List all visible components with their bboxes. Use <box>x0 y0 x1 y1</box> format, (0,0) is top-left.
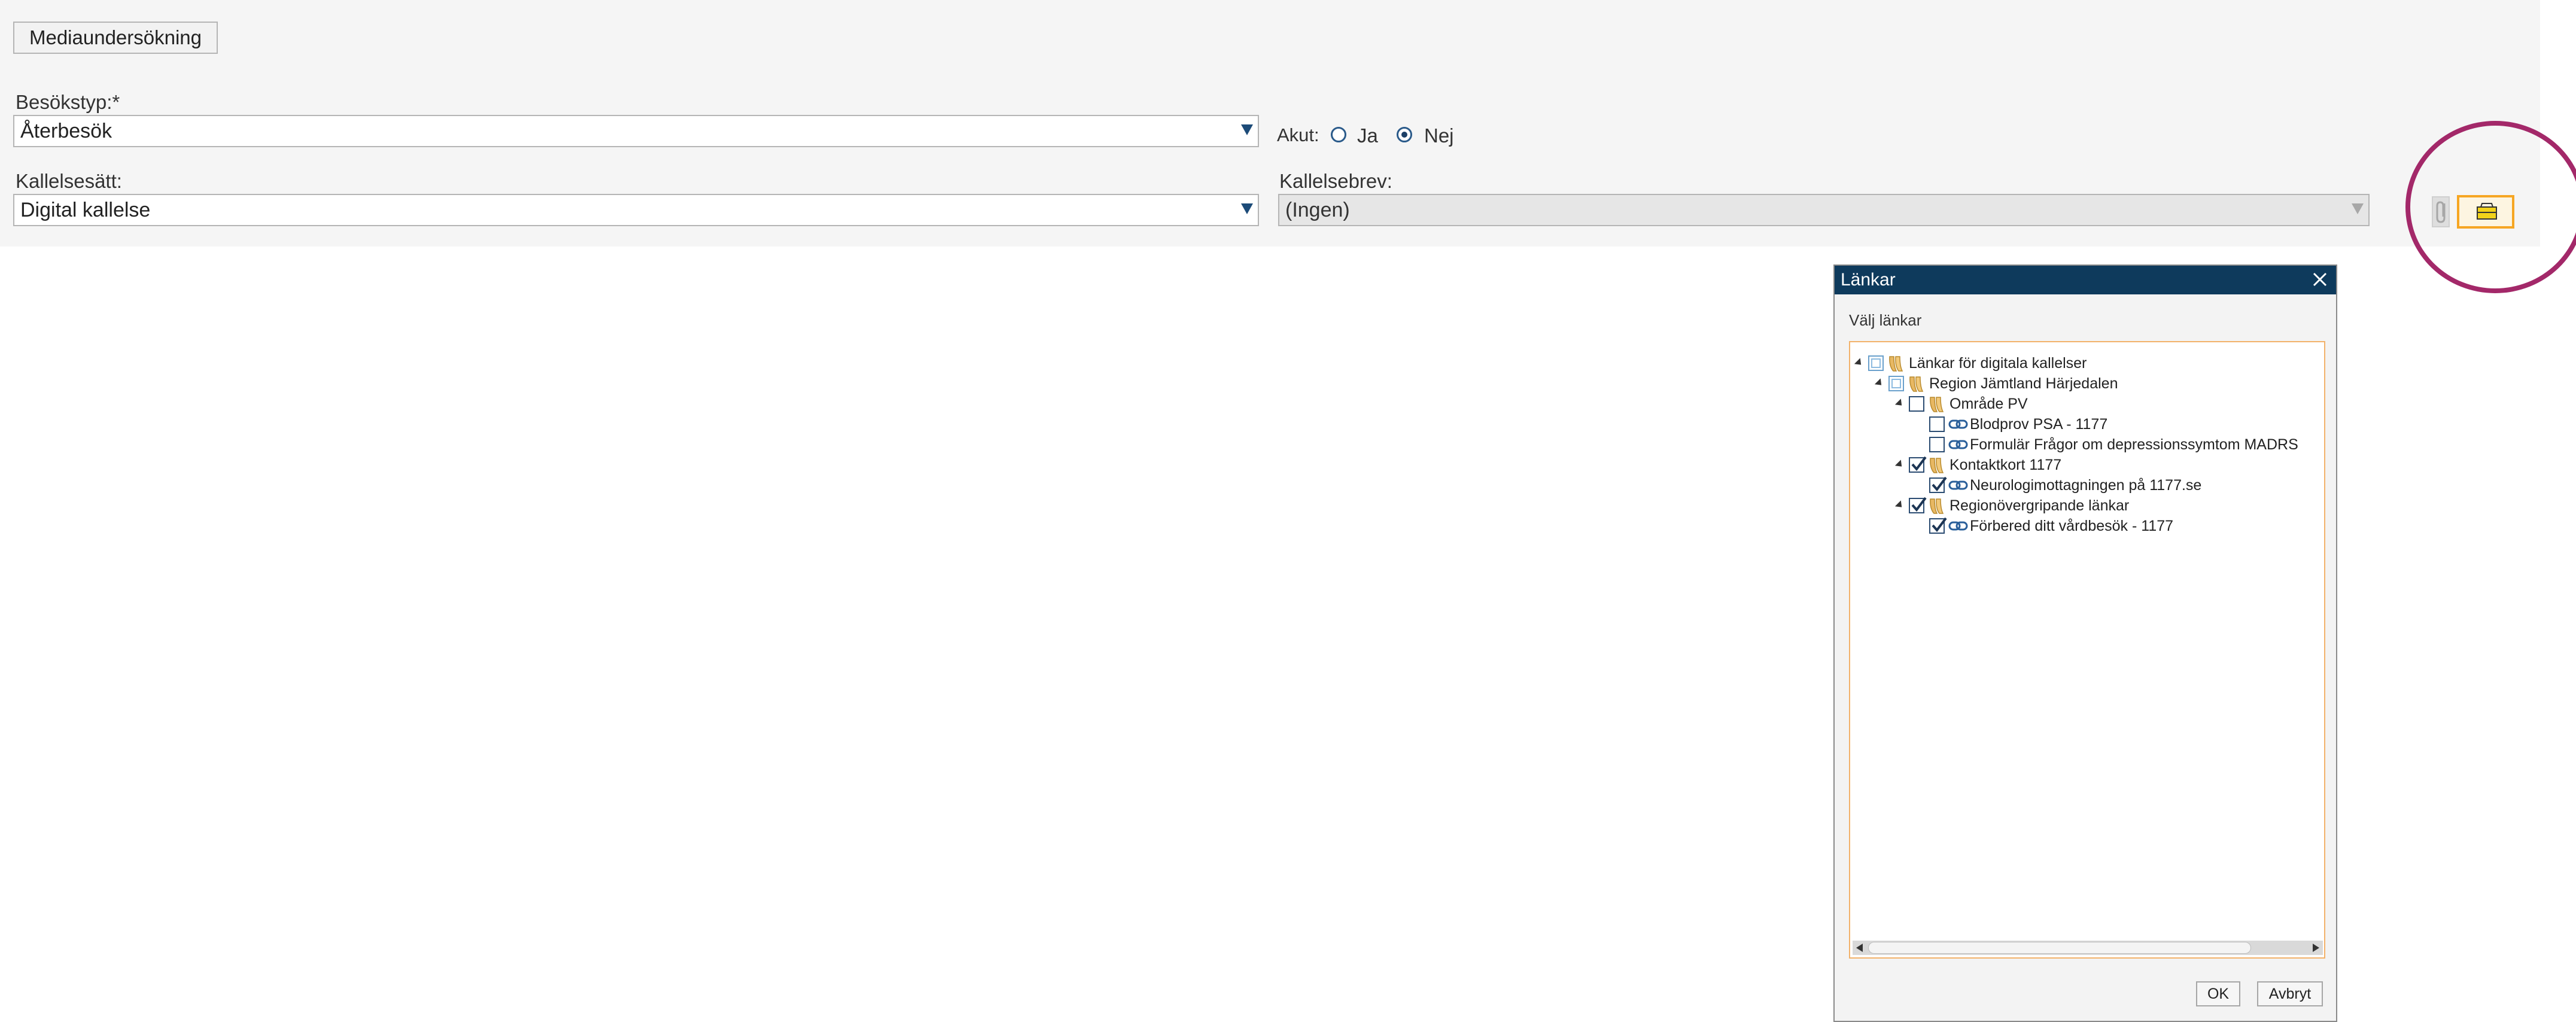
acute-no-radio[interactable] <box>1397 127 1412 142</box>
visit-type-label: Besökstyp:* <box>16 91 120 113</box>
tree-item-label: Kontaktkort 1177 <box>1950 457 2062 473</box>
expand-arrow-icon[interactable] <box>1894 500 1905 510</box>
checkmark-icon <box>1932 517 1947 533</box>
cancel-button[interactable]: Avbryt <box>2257 981 2323 1006</box>
chevron-down-icon <box>1241 124 1253 135</box>
scroll-left-icon[interactable] <box>1856 944 1863 952</box>
tree-item-label: Formulär Frågor om depressionssymtom MAD… <box>1970 436 2298 453</box>
tree-checkbox[interactable] <box>1929 476 1947 493</box>
tree-item[interactable]: Område PV <box>1850 394 2324 414</box>
tree-item-label: Länkar för digitala kallelser <box>1909 355 2087 372</box>
tree-item[interactable]: Förbered ditt vårdbesök - 1177 <box>1850 516 2324 536</box>
dialog-subtitle: Välj länkar <box>1849 311 1922 329</box>
folder-icon <box>1930 397 1944 412</box>
link-icon <box>1948 521 1968 531</box>
chevron-down-icon <box>2352 203 2364 214</box>
folder-icon <box>1930 458 1944 473</box>
expand-arrow-icon[interactable] <box>1874 378 1885 388</box>
tree-item-label: Blodprov PSA - 1177 <box>1970 416 2108 433</box>
checkmark-icon <box>1932 476 1947 492</box>
tree-item-label: Område PV <box>1950 396 2028 412</box>
call-letter-select[interactable]: (Ingen) <box>1278 194 2370 226</box>
expand-arrow-icon[interactable] <box>1894 460 1905 470</box>
visit-type-select[interactable]: Återbesök <box>13 115 1259 147</box>
tree-checkbox[interactable] <box>1888 376 1904 391</box>
media-examination-button[interactable]: Mediaundersökning <box>13 22 218 54</box>
link-icon <box>1948 419 1968 429</box>
folder-icon <box>1930 498 1944 514</box>
tree-item[interactable]: Kontaktkort 1177 <box>1850 455 2324 475</box>
tree-item-label: Regionövergripande länkar <box>1950 497 2130 514</box>
scrollbar-thumb[interactable] <box>1868 942 2251 954</box>
link-icon <box>1948 480 1968 490</box>
tree-item[interactable]: Länkar för digitala kallelser <box>1850 353 2324 373</box>
links-tree[interactable]: Länkar för digitala kallelser Region Jämt… <box>1849 341 2325 959</box>
link-icon <box>1948 440 1968 449</box>
tree-checkbox[interactable] <box>1929 517 1947 534</box>
tree-item-label: Neurologimottagningen på 1177.se <box>1970 477 2202 494</box>
folder-icon <box>1909 376 1924 392</box>
dialog-title: Länkar <box>1841 270 1896 290</box>
tree-item[interactable]: Neurologimottagningen på 1177.se <box>1850 475 2324 495</box>
tree-checkbox[interactable] <box>1868 355 1884 371</box>
form-panel: Mediaundersökning Besökstyp:* Återbesök … <box>0 0 2540 247</box>
checkmark-icon <box>1911 456 1927 472</box>
chevron-down-icon <box>1241 203 1253 214</box>
tree-checkbox[interactable] <box>1909 396 1924 412</box>
folder-icon <box>1889 356 1903 372</box>
links-dialog: Länkar Välj länkar Länkar för digitala k… <box>1833 264 2337 1022</box>
dialog-title-bar: Länkar <box>1835 266 2336 294</box>
call-method-select[interactable]: Digital kallelse <box>13 194 1259 226</box>
call-letter-value: (Ingen) <box>1285 199 1350 221</box>
horizontal-scrollbar[interactable] <box>1853 941 2323 955</box>
close-icon[interactable] <box>2311 270 2329 288</box>
acute-no-label: Nej <box>1424 124 1454 147</box>
highlight-circle <box>2405 121 2576 293</box>
ok-button[interactable]: OK <box>2196 981 2240 1006</box>
tree-item-label: Förbered ditt vårdbesök - 1177 <box>1970 518 2174 534</box>
expand-arrow-icon[interactable] <box>1894 399 1905 409</box>
tree-checkbox[interactable] <box>1909 497 1927 513</box>
call-method-value: Digital kallelse <box>20 199 151 221</box>
tree-checkbox[interactable] <box>1909 456 1927 473</box>
acute-yes-radio[interactable] <box>1331 127 1346 142</box>
tree-item[interactable]: Blodprov PSA - 1177 <box>1850 414 2324 434</box>
tree-checkbox[interactable] <box>1929 416 1945 432</box>
tree-item[interactable]: Regionövergripande länkar <box>1850 495 2324 516</box>
tree-checkbox[interactable] <box>1929 437 1945 452</box>
acute-yes-label: Ja <box>1357 124 1378 147</box>
scroll-right-icon[interactable] <box>2313 944 2319 952</box>
checkmark-icon <box>1911 497 1927 512</box>
acute-label: Akut: <box>1277 124 1319 145</box>
expand-arrow-icon[interactable] <box>1854 358 1865 368</box>
tree-item[interactable]: Formulär Frågor om depressionssymtom MAD… <box>1850 434 2324 455</box>
call-letter-label: Kallelsebrev: <box>1279 170 1392 192</box>
visit-type-value: Återbesök <box>20 120 112 142</box>
tree-item[interactable]: Region Jämtland Härjedalen <box>1850 373 2324 394</box>
tree-item-label: Region Jämtland Härjedalen <box>1929 375 2118 392</box>
call-method-label: Kallelsesätt: <box>16 170 122 192</box>
